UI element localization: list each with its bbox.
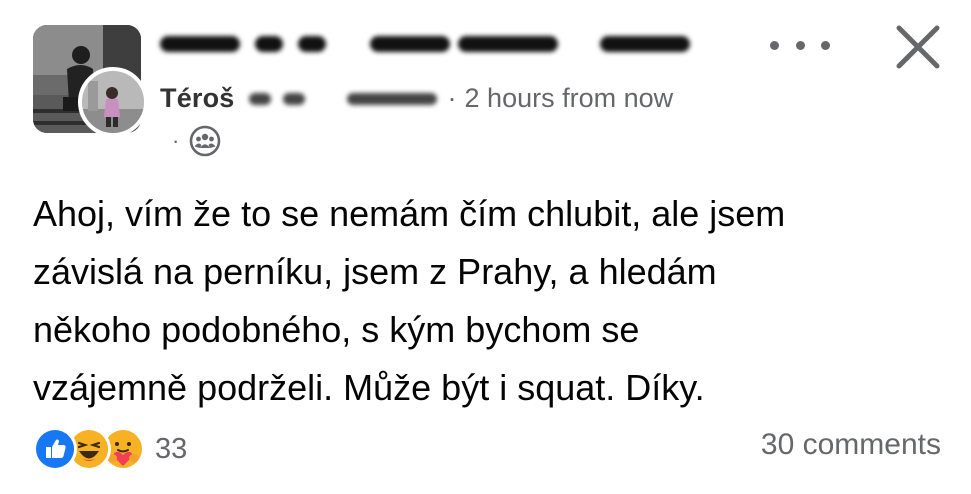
author-name[interactable]: Téroš: [160, 83, 235, 114]
post-timestamp[interactable]: 2 hours from now: [465, 83, 674, 114]
post-body-line: vzájemně podrželi. Může být i squat. Dík…: [33, 367, 705, 408]
post-body-line: Ahoj, vím že to se nemám čím chlubit, al…: [33, 193, 786, 234]
close-icon[interactable]: [893, 22, 943, 72]
reactions-summary[interactable]: 33: [33, 425, 187, 473]
group-icon[interactable]: [189, 125, 221, 157]
comments-link[interactable]: 30 comments: [761, 428, 941, 462]
like-icon: [33, 427, 77, 471]
meta-separator: ·: [447, 82, 457, 113]
post-body-line: závislá na perníku, jsem z Prahy, a hled…: [33, 251, 717, 292]
post-card: Téroš · 2 hours from now · Ahoj, vím že …: [0, 0, 971, 494]
author-name-redacted: [248, 83, 444, 113]
author-avatar[interactable]: [78, 67, 148, 137]
reaction-count: 33: [155, 432, 188, 465]
post-body-line: někoho podobného, s kým bychom se: [33, 309, 640, 350]
privacy-indicator: ·: [172, 125, 221, 157]
privacy-separator: ·: [172, 128, 180, 153]
group-name-redacted: [160, 20, 700, 68]
post-body: Ahoj, vím že to se nemám čím chlubit, al…: [33, 185, 943, 417]
more-options-icon[interactable]: [770, 30, 830, 60]
post-meta: Téroš · 2 hours from now: [160, 78, 673, 118]
